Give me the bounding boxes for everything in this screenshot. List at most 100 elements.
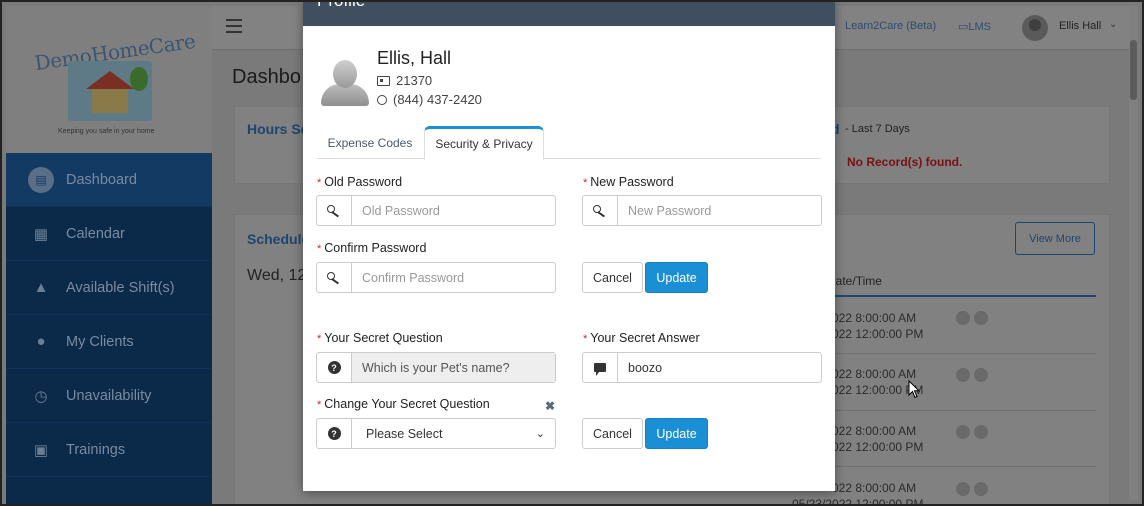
confirm-password-label-text: Confirm Password [324, 241, 427, 255]
row-actions [956, 425, 988, 439]
tab-expense-codes[interactable]: Expense Codes [317, 126, 423, 159]
new-password-group [582, 195, 822, 226]
old-password-group [316, 195, 556, 226]
employee-id-row: 21370 [377, 73, 432, 88]
sidebar-item-calendar[interactable]: ▦ Calendar [6, 207, 212, 261]
check-icon[interactable] [956, 425, 970, 439]
menu-toggle-icon[interactable] [226, 19, 242, 33]
row-end-time: 022 12:00:00 PM [832, 327, 924, 341]
trainings-icon: ▣ [33, 441, 49, 459]
sidebar-item-label: My Clients [66, 333, 134, 350]
change-question-select[interactable]: Please Select ⌄ [352, 419, 555, 448]
cancel-icon[interactable] [974, 482, 988, 496]
secret-answer-group [582, 352, 822, 383]
modal-title: Profile [317, 0, 366, 10]
dashboard-icon: ▤ [28, 166, 54, 193]
check-icon[interactable] [956, 311, 970, 325]
old-password-label: * Old Password [317, 175, 402, 189]
key-icon [317, 196, 352, 225]
sidebar-item-unavailability[interactable]: ◷ Unavailability [6, 369, 212, 423]
secret-answer-label: * Your Secret Answer [583, 331, 700, 345]
logo-tagline: Keeping you safe in your home [58, 128, 155, 135]
secret-question-field: Which is your Pet's name? [352, 353, 555, 382]
phone-row: (844) 437-2420 [377, 92, 482, 107]
lms-link[interactable]: ▭LMS [958, 20, 991, 33]
profile-tabs: Expense Codes Security & Privacy [317, 126, 821, 160]
cancel-icon[interactable] [974, 311, 988, 325]
required-marker: * [317, 177, 322, 189]
no-records-text: No Record(s) found. [847, 155, 963, 169]
key-icon [317, 263, 352, 292]
employee-id: 21370 [396, 73, 433, 88]
password-cancel-button[interactable]: Cancel [582, 262, 643, 293]
old-password-label-text: Old Password [324, 175, 403, 189]
old-password-input[interactable] [352, 196, 555, 225]
check-icon[interactable] [956, 482, 970, 496]
profile-modal: Profile Ellis, Hall 21370 (844) 437-2420… [303, 0, 835, 491]
table-row: 022 8:00:00 AM 022 12:00:00 PM [832, 310, 923, 342]
secret-question-label-text: Your Secret Question [324, 331, 443, 345]
row-start-time: 022 8:00:00 AM [832, 424, 917, 438]
avatar[interactable] [1022, 15, 1048, 41]
learn2care-link[interactable]: Learn2Care (Beta) [845, 20, 936, 32]
view-more-button[interactable]: View More [1015, 222, 1095, 255]
check-icon[interactable] [956, 368, 970, 382]
hours-card-title: Hours Se [247, 121, 309, 137]
required-marker: * [317, 243, 322, 255]
clock-icon [377, 94, 387, 105]
required-marker: * [583, 333, 588, 345]
chevron-down-icon[interactable]: ⌄ [1109, 19, 1117, 30]
cancel-icon[interactable] [974, 368, 988, 382]
row-actions [956, 482, 988, 496]
scrollbar-thumb[interactable] [1130, 40, 1137, 100]
key-icon [583, 196, 618, 225]
page-title: Dashbo [232, 66, 301, 88]
comment-icon [583, 353, 618, 382]
sidebar: DemoHomeCare Keeping you safe in your ho… [6, 6, 212, 506]
required-marker: * [317, 399, 322, 411]
row-end-time: 022 12:00:00 PM [832, 440, 924, 454]
sidebar-item-available-shifts[interactable]: ▲ Available Shift(s) [6, 261, 212, 315]
secret-answer-label-text: Your Secret Answer [590, 331, 700, 345]
secret-question-label: * Your Secret Question [317, 331, 443, 345]
change-question-label-text: Change Your Secret Question [324, 397, 490, 411]
records-card-subtitle: - Last 7 Days [845, 123, 910, 135]
unavailability-icon: ◷ [34, 387, 48, 405]
row-actions [956, 368, 988, 382]
password-update-button[interactable]: Update [645, 262, 708, 293]
new-password-label-text: New Password [590, 175, 674, 189]
tab-security-privacy[interactable]: Security & Privacy [424, 126, 544, 160]
close-icon[interactable]: ✖ [545, 399, 555, 413]
chevron-down-icon: ⌄ [535, 428, 545, 440]
question-cancel-button[interactable]: Cancel [582, 418, 643, 449]
row-end-time: 05/23/2022 12:00:00 PM [792, 497, 924, 506]
confirm-password-label: * Confirm Password [317, 241, 426, 255]
confirm-password-input[interactable] [352, 263, 555, 292]
sidebar-item-trainings[interactable]: ▣ Trainings [6, 423, 212, 477]
secret-answer-input[interactable] [618, 353, 821, 382]
clients-icon: ● [36, 333, 46, 350]
logo: DemoHomeCare Keeping you safe in your ho… [6, 6, 212, 153]
shift-icon: ▲ [33, 279, 49, 296]
sidebar-item-label: Unavailability [66, 387, 152, 404]
schedule-date: Wed, 12 [247, 267, 307, 284]
question-update-button[interactable]: Update [645, 418, 708, 449]
new-password-label: * New Password [583, 175, 674, 189]
confirm-password-group [316, 262, 556, 293]
sidebar-item-label: Calendar [66, 225, 125, 242]
new-password-input[interactable] [618, 196, 821, 225]
sidebar-item-dashboard[interactable]: ▤ Dashboard [6, 153, 212, 207]
cancel-icon[interactable] [974, 425, 988, 439]
table-row: 022 8:00:00 AM 022 12:00:00 PM [832, 423, 923, 455]
row-actions [956, 311, 988, 325]
lms-link-label: LMS [968, 21, 992, 33]
question-icon: ? [317, 353, 352, 382]
user-menu-name[interactable]: Ellis Hall [1059, 20, 1101, 32]
change-question-label: * Change Your Secret Question [317, 397, 490, 411]
change-question-group: ? Please Select ⌄ [316, 418, 556, 449]
id-card-icon [377, 75, 390, 86]
sidebar-item-label: Available Shift(s) [66, 279, 175, 296]
change-question-selected: Please Select [366, 426, 443, 441]
sidebar-item-my-clients[interactable]: ● My Clients [6, 315, 212, 369]
sidebar-item-label: Dashboard [66, 171, 137, 188]
